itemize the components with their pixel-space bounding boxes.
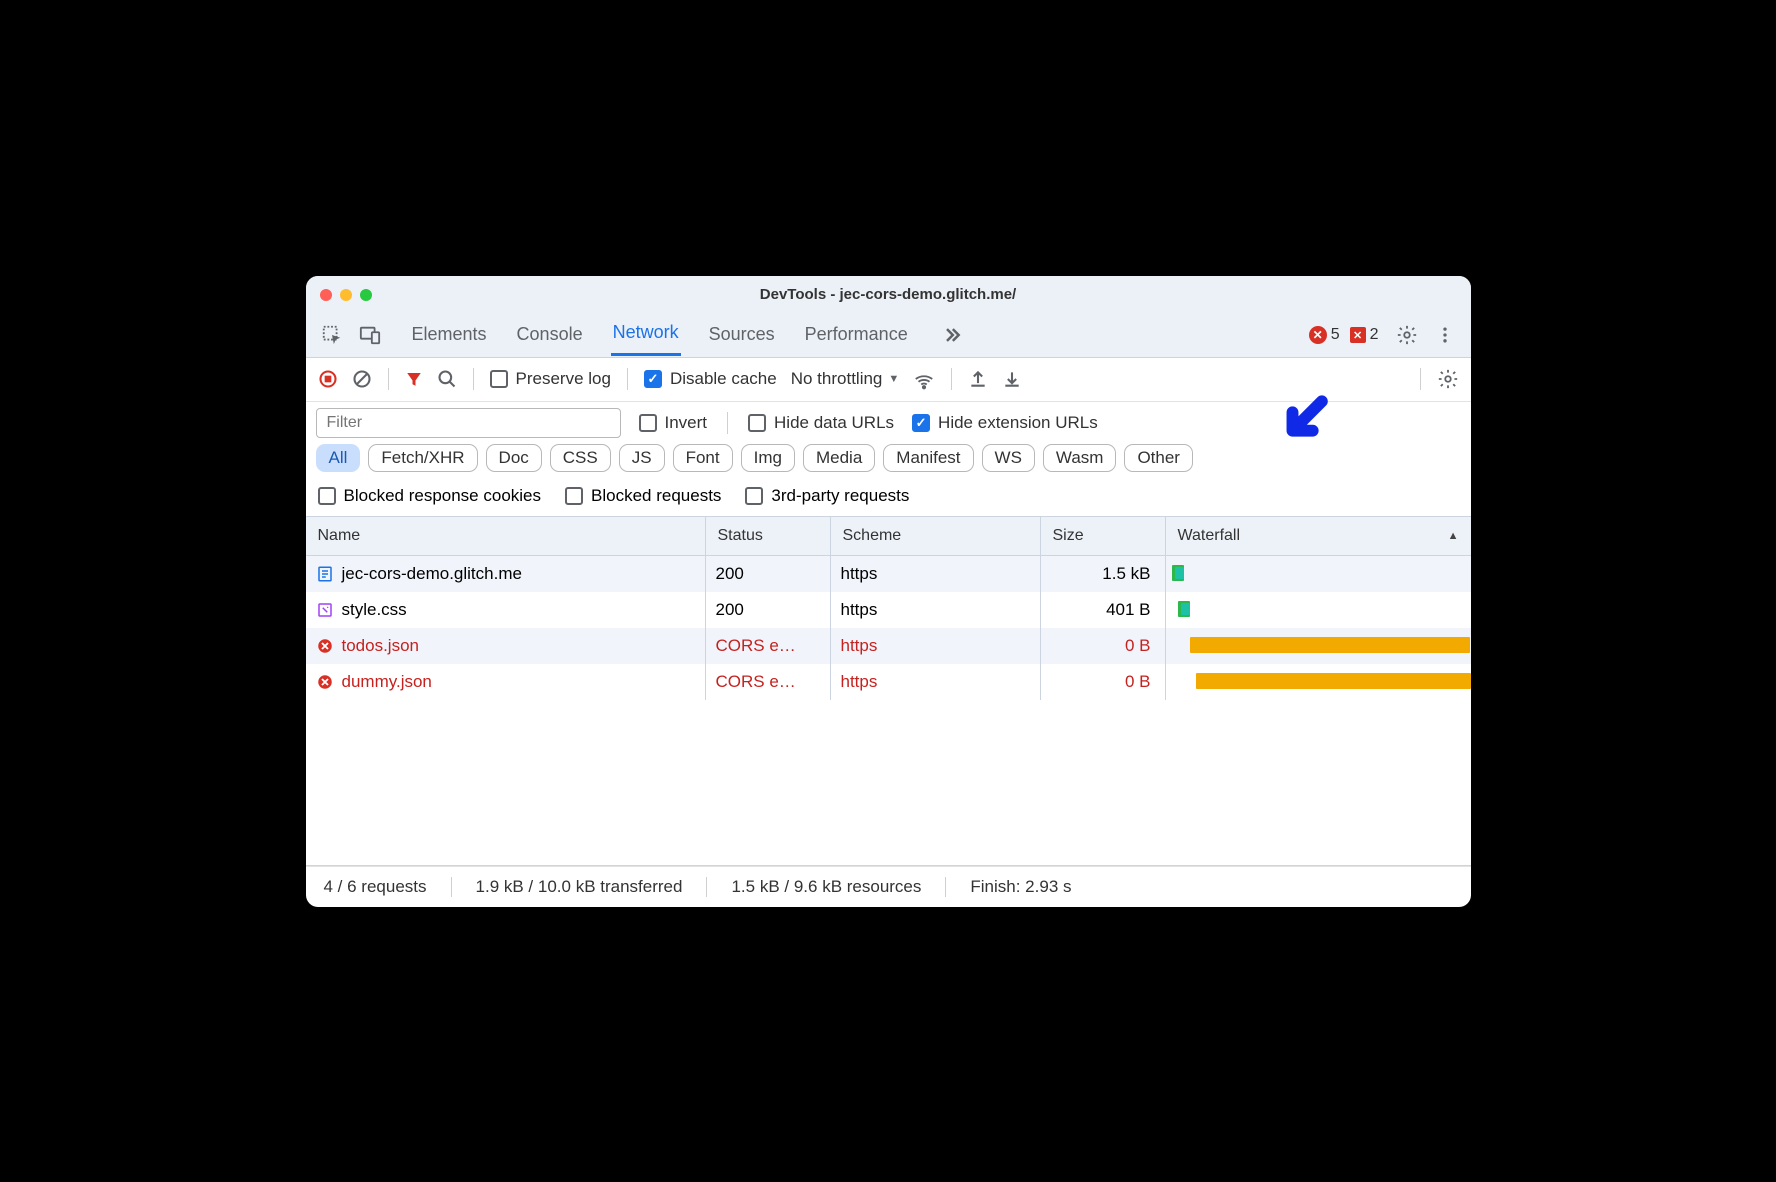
more-menu-icon[interactable] bbox=[1429, 319, 1461, 351]
col-size[interactable]: Size bbox=[1041, 517, 1166, 555]
device-toolbar-icon[interactable] bbox=[354, 319, 386, 351]
import-har-icon[interactable] bbox=[1002, 369, 1022, 389]
type-chip-manifest[interactable]: Manifest bbox=[883, 444, 973, 472]
network-conditions-icon[interactable] bbox=[913, 368, 935, 390]
request-scheme: https bbox=[831, 664, 1041, 700]
type-chip-all[interactable]: All bbox=[316, 444, 361, 472]
table-row[interactable]: todos.json CORS e… https 0 B bbox=[306, 628, 1471, 664]
stylesheet-icon bbox=[316, 601, 334, 619]
request-status: CORS e… bbox=[706, 628, 831, 664]
request-size: 401 B bbox=[1041, 592, 1166, 628]
inspect-icon[interactable] bbox=[316, 319, 348, 351]
request-size: 0 B bbox=[1041, 628, 1166, 664]
table-row[interactable]: jec-cors-demo.glitch.me 200 https 1.5 kB bbox=[306, 556, 1471, 592]
request-status: 200 bbox=[706, 556, 831, 592]
record-button[interactable] bbox=[318, 369, 338, 389]
request-name: dummy.json bbox=[342, 672, 432, 692]
network-settings-icon[interactable] bbox=[1437, 368, 1459, 390]
network-table-header: Name Status Scheme Size Waterfall▲ bbox=[306, 517, 1471, 556]
settings-icon[interactable] bbox=[1391, 319, 1423, 351]
main-tabs-bar: Elements Console Network Sources Perform… bbox=[306, 314, 1471, 358]
chevron-down-icon: ▼ bbox=[888, 373, 899, 385]
col-status[interactable]: Status bbox=[706, 517, 831, 555]
status-requests: 4 / 6 requests bbox=[324, 877, 427, 897]
network-toolbar: Preserve log Disable cache No throttling… bbox=[306, 358, 1471, 402]
request-scheme: https bbox=[831, 592, 1041, 628]
type-chip-media[interactable]: Media bbox=[803, 444, 875, 472]
col-name[interactable]: Name bbox=[306, 517, 706, 555]
export-har-icon[interactable] bbox=[968, 369, 988, 389]
table-row[interactable]: style.css 200 https 401 B bbox=[306, 592, 1471, 628]
disable-cache-checkbox[interactable]: Disable cache bbox=[644, 369, 777, 389]
network-table-body: jec-cors-demo.glitch.me 200 https 1.5 kB… bbox=[306, 556, 1471, 866]
titlebar: DevTools - jec-cors-demo.glitch.me/ bbox=[306, 276, 1471, 314]
status-transferred: 1.9 kB / 10.0 kB transferred bbox=[476, 877, 683, 897]
request-name: style.css bbox=[342, 600, 407, 620]
status-resources: 1.5 kB / 9.6 kB resources bbox=[731, 877, 921, 897]
request-status: CORS e… bbox=[706, 664, 831, 700]
tab-console[interactable]: Console bbox=[515, 316, 585, 355]
type-chip-img[interactable]: Img bbox=[741, 444, 795, 472]
table-row[interactable]: dummy.json CORS e… https 0 B bbox=[306, 664, 1471, 700]
filter-icon[interactable] bbox=[405, 370, 423, 388]
hide-data-urls-checkbox[interactable]: Hide data URLs bbox=[748, 413, 894, 433]
request-waterfall bbox=[1166, 664, 1471, 700]
invert-checkbox[interactable]: Invert bbox=[639, 413, 708, 433]
preserve-log-checkbox[interactable]: Preserve log bbox=[490, 369, 611, 389]
request-waterfall bbox=[1166, 628, 1471, 664]
request-waterfall bbox=[1166, 556, 1471, 592]
panel-tabs: Elements Console Network Sources Perform… bbox=[410, 314, 1303, 356]
console-errors-badge[interactable]: ✕5 bbox=[1309, 326, 1340, 344]
col-scheme[interactable]: Scheme bbox=[831, 517, 1041, 555]
devtools-window: DevTools - jec-cors-demo.glitch.me/ Elem… bbox=[306, 276, 1471, 907]
error-counts: ✕5 ✕2 bbox=[1309, 326, 1379, 344]
request-scheme: https bbox=[831, 556, 1041, 592]
blocked-requests-checkbox[interactable]: Blocked requests bbox=[565, 486, 721, 506]
col-waterfall[interactable]: Waterfall▲ bbox=[1166, 517, 1471, 555]
window-title: DevTools - jec-cors-demo.glitch.me/ bbox=[306, 286, 1471, 303]
tab-sources[interactable]: Sources bbox=[707, 316, 777, 355]
request-scheme: https bbox=[831, 628, 1041, 664]
request-name: jec-cors-demo.glitch.me bbox=[342, 564, 522, 584]
resource-type-filters: All Fetch/XHR Doc CSS JS Font Img Media … bbox=[306, 442, 1471, 482]
error-icon bbox=[316, 673, 334, 691]
request-status: 200 bbox=[706, 592, 831, 628]
extra-filters: Blocked response cookies Blocked request… bbox=[306, 482, 1471, 517]
third-party-checkbox[interactable]: 3rd-party requests bbox=[745, 486, 909, 506]
throttling-select[interactable]: No throttling ▼ bbox=[791, 369, 900, 389]
filter-input[interactable] bbox=[316, 408, 621, 438]
tab-elements[interactable]: Elements bbox=[410, 316, 489, 355]
blocked-cookies-checkbox[interactable]: Blocked response cookies bbox=[318, 486, 542, 506]
sort-indicator-icon: ▲ bbox=[1448, 530, 1459, 542]
request-size: 1.5 kB bbox=[1041, 556, 1166, 592]
type-chip-other[interactable]: Other bbox=[1124, 444, 1193, 472]
status-bar: 4 / 6 requests 1.9 kB / 10.0 kB transfer… bbox=[306, 866, 1471, 907]
type-chip-font[interactable]: Font bbox=[673, 444, 733, 472]
search-icon[interactable] bbox=[437, 369, 457, 389]
filter-bar: Invert Hide data URLs Hide extension URL… bbox=[306, 402, 1471, 442]
request-waterfall bbox=[1166, 592, 1471, 628]
type-chip-js[interactable]: JS bbox=[619, 444, 665, 472]
extension-errors-badge[interactable]: ✕2 bbox=[1350, 326, 1379, 344]
type-chip-ws[interactable]: WS bbox=[982, 444, 1035, 472]
type-chip-css[interactable]: CSS bbox=[550, 444, 611, 472]
clear-button[interactable] bbox=[352, 369, 372, 389]
type-chip-fetchxhr[interactable]: Fetch/XHR bbox=[368, 444, 477, 472]
tab-performance[interactable]: Performance bbox=[803, 316, 910, 355]
tab-network[interactable]: Network bbox=[611, 314, 681, 356]
request-size: 0 B bbox=[1041, 664, 1166, 700]
document-icon bbox=[316, 565, 334, 583]
hide-extension-urls-checkbox[interactable]: Hide extension URLs bbox=[912, 413, 1098, 433]
status-finish: Finish: 2.93 s bbox=[970, 877, 1071, 897]
request-name: todos.json bbox=[342, 636, 420, 656]
more-tabs-icon[interactable] bbox=[936, 319, 968, 351]
error-icon bbox=[316, 637, 334, 655]
type-chip-wasm[interactable]: Wasm bbox=[1043, 444, 1117, 472]
type-chip-doc[interactable]: Doc bbox=[486, 444, 542, 472]
